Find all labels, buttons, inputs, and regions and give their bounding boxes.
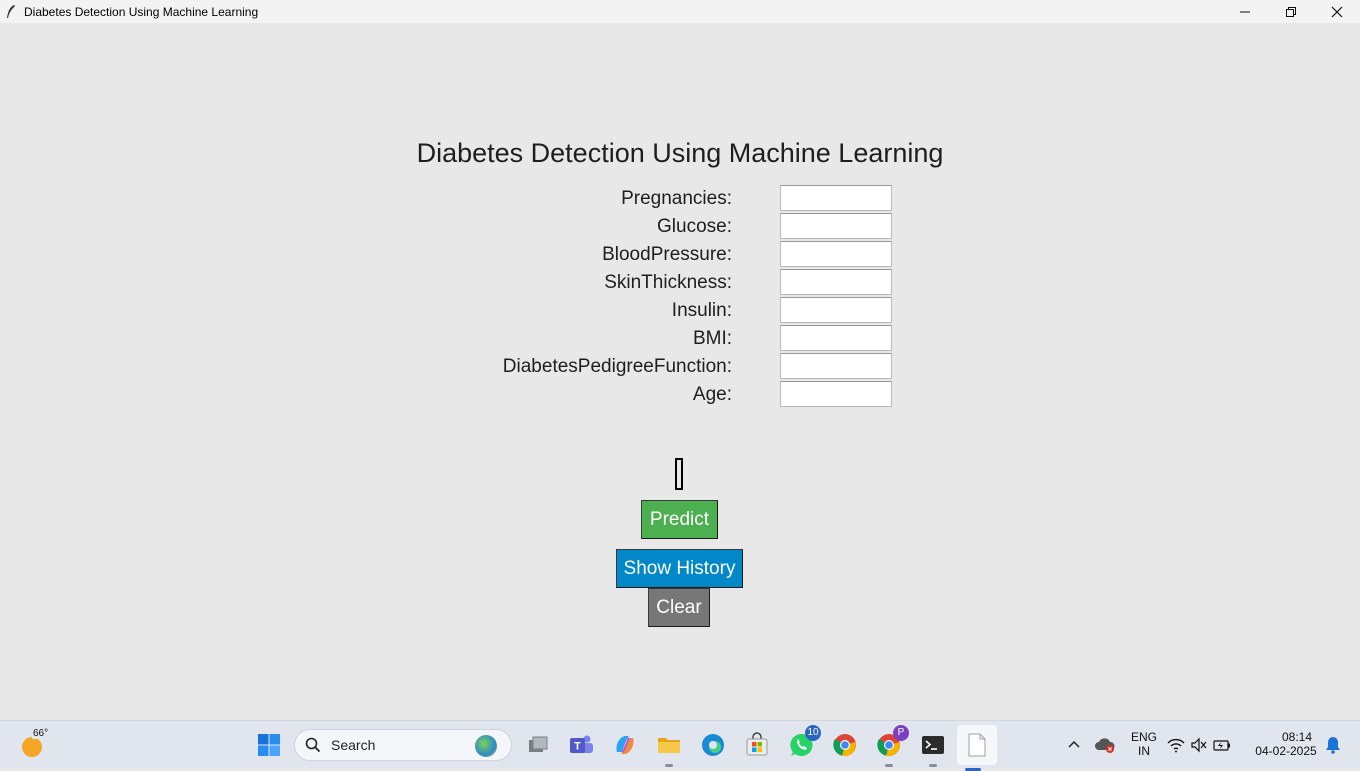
age-input[interactable] xyxy=(780,381,892,407)
app-heading: Diabetes Detection Using Machine Learnin… xyxy=(416,138,944,168)
restore-icon xyxy=(1286,6,1296,17)
cloud-error-icon xyxy=(1095,738,1115,753)
whatsapp-button[interactable]: 10 xyxy=(785,725,821,761)
show-hidden-icons-button[interactable] xyxy=(1058,729,1090,761)
folder-icon xyxy=(658,738,680,753)
window-title: Diabetes Detection Using Machine Learnin… xyxy=(24,4,259,19)
form-row-insulin: Insulin: xyxy=(0,297,1360,325)
window-titlebar: Diabetes Detection Using Machine Learnin… xyxy=(0,0,1360,23)
battery-charging-icon xyxy=(1213,740,1230,751)
form-row-skinthickness: SkinThickness: xyxy=(0,269,1360,297)
form-row-bmi: BMI: xyxy=(0,325,1360,353)
search-icon xyxy=(305,737,321,753)
weather-temperature: 66° xyxy=(32,728,50,739)
task-view-icon xyxy=(529,736,548,752)
clear-button[interactable]: Clear xyxy=(648,588,710,627)
volume-muted-icon xyxy=(1191,737,1207,753)
running-indicator xyxy=(929,764,937,767)
language-indicator[interactable]: ENG IN xyxy=(1126,730,1162,758)
terminal-icon xyxy=(922,736,944,754)
bloodpressure-input[interactable] xyxy=(780,241,892,267)
insulin-label: Insulin: xyxy=(671,300,732,321)
store-icon xyxy=(746,732,768,756)
close-button[interactable] xyxy=(1314,0,1360,23)
edge-button[interactable] xyxy=(697,729,729,761)
wifi-icon xyxy=(1167,738,1185,753)
terminal-button[interactable] xyxy=(917,729,949,767)
form-row-age: Age: xyxy=(0,381,1360,409)
bloodpressure-label: BloodPressure: xyxy=(602,244,732,265)
teams-button[interactable]: T xyxy=(565,729,597,761)
start-button[interactable] xyxy=(253,729,285,761)
windows-start-icon xyxy=(258,734,280,756)
dpf-label: DiabetesPedigreeFunction: xyxy=(502,356,732,377)
feather-icon xyxy=(7,4,15,18)
skinthickness-input[interactable] xyxy=(780,269,892,295)
form-row-bloodpressure: BloodPressure: xyxy=(0,241,1360,269)
clock-time: 08:14 xyxy=(1281,730,1312,744)
bell-icon xyxy=(1326,737,1340,754)
search-highlight-globe-icon xyxy=(475,735,497,757)
chrome-profile-badge: P xyxy=(893,725,909,741)
bmi-label: BMI: xyxy=(692,328,732,349)
predict-button[interactable]: Predict xyxy=(641,500,718,539)
microsoft-store-button[interactable] xyxy=(741,729,773,761)
minimize-button[interactable] xyxy=(1222,0,1268,23)
clock[interactable]: 08:14 04-02-2025 xyxy=(1250,730,1322,758)
teams-icon: T xyxy=(570,735,593,753)
notifications-button[interactable] xyxy=(1320,729,1346,761)
chrome-button[interactable] xyxy=(829,729,861,761)
task-view-button[interactable] xyxy=(522,729,554,761)
region-code: IN xyxy=(1138,744,1150,758)
weather-widget[interactable]: 66° xyxy=(18,728,50,761)
weather-sun-icon xyxy=(22,737,42,757)
svg-text:T: T xyxy=(574,741,581,753)
copilot-icon xyxy=(616,736,634,754)
pregnancies-label: Pregnancies: xyxy=(621,188,732,209)
age-label: Age: xyxy=(692,384,732,405)
edge-icon xyxy=(702,734,724,756)
minimize-icon xyxy=(1240,11,1250,12)
clock-date: 04-02-2025 xyxy=(1255,744,1317,758)
language-code: ENG xyxy=(1130,730,1157,744)
show-history-button[interactable]: Show History xyxy=(616,549,743,588)
restore-button[interactable] xyxy=(1268,0,1314,23)
glucose-label: Glucose: xyxy=(657,216,732,237)
document-icon xyxy=(968,733,986,757)
taskbar: 66° Search T 10 P ENG IN 08:14 04-02-202… xyxy=(0,720,1360,771)
form-row-glucose: Glucose: xyxy=(0,213,1360,241)
dpf-input[interactable] xyxy=(780,353,892,379)
chrome-icon xyxy=(833,734,856,756)
onedrive-status-button[interactable] xyxy=(1090,729,1120,761)
insulin-input[interactable] xyxy=(780,297,892,323)
bmi-input[interactable] xyxy=(780,325,892,351)
chrome-profile-button[interactable]: P xyxy=(873,725,909,767)
skinthickness-label: SkinThickness: xyxy=(604,272,732,293)
copilot-button[interactable] xyxy=(609,729,641,761)
taskbar-search[interactable]: Search xyxy=(294,729,512,761)
running-indicator xyxy=(885,764,893,767)
active-app-button[interactable] xyxy=(957,725,997,771)
form-row-pregnancies: Pregnancies: xyxy=(0,185,1360,213)
result-label xyxy=(675,458,683,490)
running-indicator xyxy=(665,764,673,767)
network-volume-battery[interactable] xyxy=(1166,729,1232,761)
chevron-up-icon xyxy=(1068,740,1080,748)
whatsapp-unread-badge: 10 xyxy=(805,725,821,741)
form-row-dpf: DiabetesPedigreeFunction: xyxy=(0,353,1360,381)
glucose-input[interactable] xyxy=(780,213,892,239)
file-explorer-button[interactable] xyxy=(653,729,685,767)
pregnancies-input[interactable] xyxy=(780,185,892,211)
close-icon xyxy=(1331,6,1343,17)
search-placeholder: Search xyxy=(331,737,376,753)
